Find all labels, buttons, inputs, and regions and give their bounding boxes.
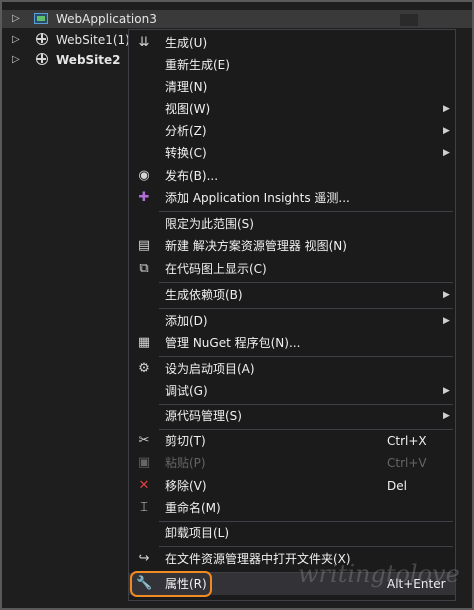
expand-arrow-icon[interactable]: ▷ (12, 51, 22, 69)
menu-item-label: 源代码管理(S) (165, 409, 242, 423)
menu-item-label: 添加(D) (165, 314, 208, 328)
menu-item-label: 移除(V) (165, 479, 207, 493)
expand-arrow-icon[interactable]: ▷ (12, 10, 22, 28)
shortcut-label: Del (387, 479, 407, 493)
menu-item-cut[interactable]: ✂ 剪切(T) Ctrl+X (129, 430, 455, 452)
menu-item-clean[interactable]: 清理(N) (129, 76, 455, 98)
menu-item-label: 分析(Z) (165, 124, 207, 138)
code-map-icon: ⧉ (139, 261, 149, 276)
menu-item-label: 设为启动项目(A) (165, 362, 255, 376)
menu-item-unload[interactable]: 卸载项目(L) (129, 522, 455, 544)
submenu-arrow-icon: ▶ (443, 148, 450, 158)
menu-item-label: 管理 NuGet 程序包(N)... (165, 336, 301, 350)
submenu-arrow-icon: ▶ (443, 104, 450, 114)
menu-separator (159, 308, 453, 309)
submenu-arrow-icon: ▶ (443, 316, 450, 326)
window-frame: ▷ WebApplication3 ▷ WebSite1(1) ▷ WebSit… (0, 0, 474, 610)
clipboard-icon: ▣ (137, 455, 151, 470)
menu-item-convert[interactable]: 转换(C) ▶ (129, 142, 455, 164)
scrollbar[interactable] (400, 14, 418, 26)
menu-item-label: 重新生成(E) (165, 58, 230, 72)
menu-item-label: 视图(W) (165, 102, 211, 116)
globe-icon (36, 53, 48, 65)
menu-item-label: 调试(G) (165, 384, 208, 398)
menu-item-add-insights[interactable]: ✚ 添加 Application Insights 遥测... (129, 187, 455, 209)
insights-bulb-icon: ✚ (138, 190, 150, 205)
menu-item-label: 生成依赖项(B) (165, 288, 243, 302)
submenu-arrow-icon: ▶ (443, 386, 450, 396)
menu-separator (159, 282, 453, 283)
menu-item-label: 清理(N) (165, 80, 208, 94)
menu-item-paste[interactable]: ▣ 粘贴(P) Ctrl+V (129, 452, 455, 474)
submenu-arrow-icon: ▶ (443, 290, 450, 300)
build-icon: ⇊ (138, 35, 150, 50)
menu-item-new-view[interactable]: ▤ 新建 解决方案资源管理器 视图(N) (129, 235, 455, 257)
remove-x-icon: ✕ (138, 478, 150, 493)
menu-item-set-startup[interactable]: ⚙ 设为启动项目(A) (129, 358, 455, 380)
scissors-icon: ✂ (138, 433, 150, 448)
menu-item-label: 剪切(T) (165, 434, 206, 448)
menu-item-analyze[interactable]: 分析(Z) ▶ (129, 120, 455, 142)
tree-item-label: WebSite2 (56, 53, 121, 67)
globe-icon (36, 33, 48, 45)
publish-globe-icon: ◉ (138, 168, 150, 183)
menu-item-label: 重命名(M) (165, 501, 221, 515)
rename-icon: ⌶ (140, 500, 148, 515)
web-application-icon (34, 13, 48, 24)
menu-item-rename[interactable]: ⌶ 重命名(M) (129, 497, 455, 519)
menu-item-label: 新建 解决方案资源管理器 视图(N) (165, 239, 347, 253)
menu-separator (159, 356, 453, 357)
shortcut-label: Ctrl+V (387, 456, 427, 470)
submenu-arrow-icon: ▶ (443, 411, 450, 421)
highlight-ring (130, 571, 212, 597)
menu-item-label: 添加 Application Insights 遥测... (165, 191, 350, 205)
menu-item-add[interactable]: 添加(D) ▶ (129, 310, 455, 332)
menu-item-build-dependencies[interactable]: 生成依赖项(B) ▶ (129, 284, 455, 306)
nuget-package-icon: ▦ (137, 335, 151, 350)
menu-item-label: 转换(C) (165, 146, 207, 160)
menu-item-debug[interactable]: 调试(G) ▶ (129, 380, 455, 402)
gear-icon: ⚙ (138, 361, 150, 376)
menu-item-publish[interactable]: ◉ 发布(B)... (129, 165, 455, 187)
watermark: writingtolove (298, 560, 460, 588)
tree-item-label: WebApplication3 (56, 12, 157, 26)
context-menu: ⇊ 生成(U) 重新生成(E) 清理(N) 视图(W) ▶ 分析(Z) ▶ 转换… (128, 29, 456, 601)
menu-item-rebuild[interactable]: 重新生成(E) (129, 54, 455, 76)
menu-item-manage-nuget[interactable]: ▦ 管理 NuGet 程序包(N)... (129, 332, 455, 354)
menu-separator (159, 546, 453, 547)
shortcut-label: Ctrl+X (387, 434, 427, 448)
submenu-arrow-icon: ▶ (443, 126, 450, 136)
menu-item-scope[interactable]: 限定为此范围(S) (129, 213, 455, 235)
tree-item-label: WebSite1(1) (56, 33, 130, 47)
menu-separator (159, 211, 453, 212)
menu-item-remove[interactable]: ✕ 移除(V) Del (129, 475, 455, 497)
menu-item-label: 在代码图上显示(C) (165, 262, 267, 276)
menu-item-code-map[interactable]: ⧉ 在代码图上显示(C) (129, 258, 455, 280)
menu-item-label: 卸载项目(L) (165, 526, 230, 540)
menu-item-view[interactable]: 视图(W) ▶ (129, 98, 455, 120)
expand-arrow-icon[interactable]: ▷ (12, 31, 22, 49)
menu-item-label: 生成(U) (165, 36, 208, 50)
menu-item-build[interactable]: ⇊ 生成(U) (129, 32, 455, 54)
menu-item-source-control[interactable]: 源代码管理(S) ▶ (129, 405, 455, 427)
menu-item-label: 粘贴(P) (165, 456, 206, 470)
menu-item-label: 发布(B)... (165, 169, 219, 183)
new-view-icon: ▤ (137, 238, 151, 253)
menu-item-label: 限定为此范围(S) (165, 217, 254, 231)
open-folder-arrow-icon: ↪ (138, 551, 150, 566)
